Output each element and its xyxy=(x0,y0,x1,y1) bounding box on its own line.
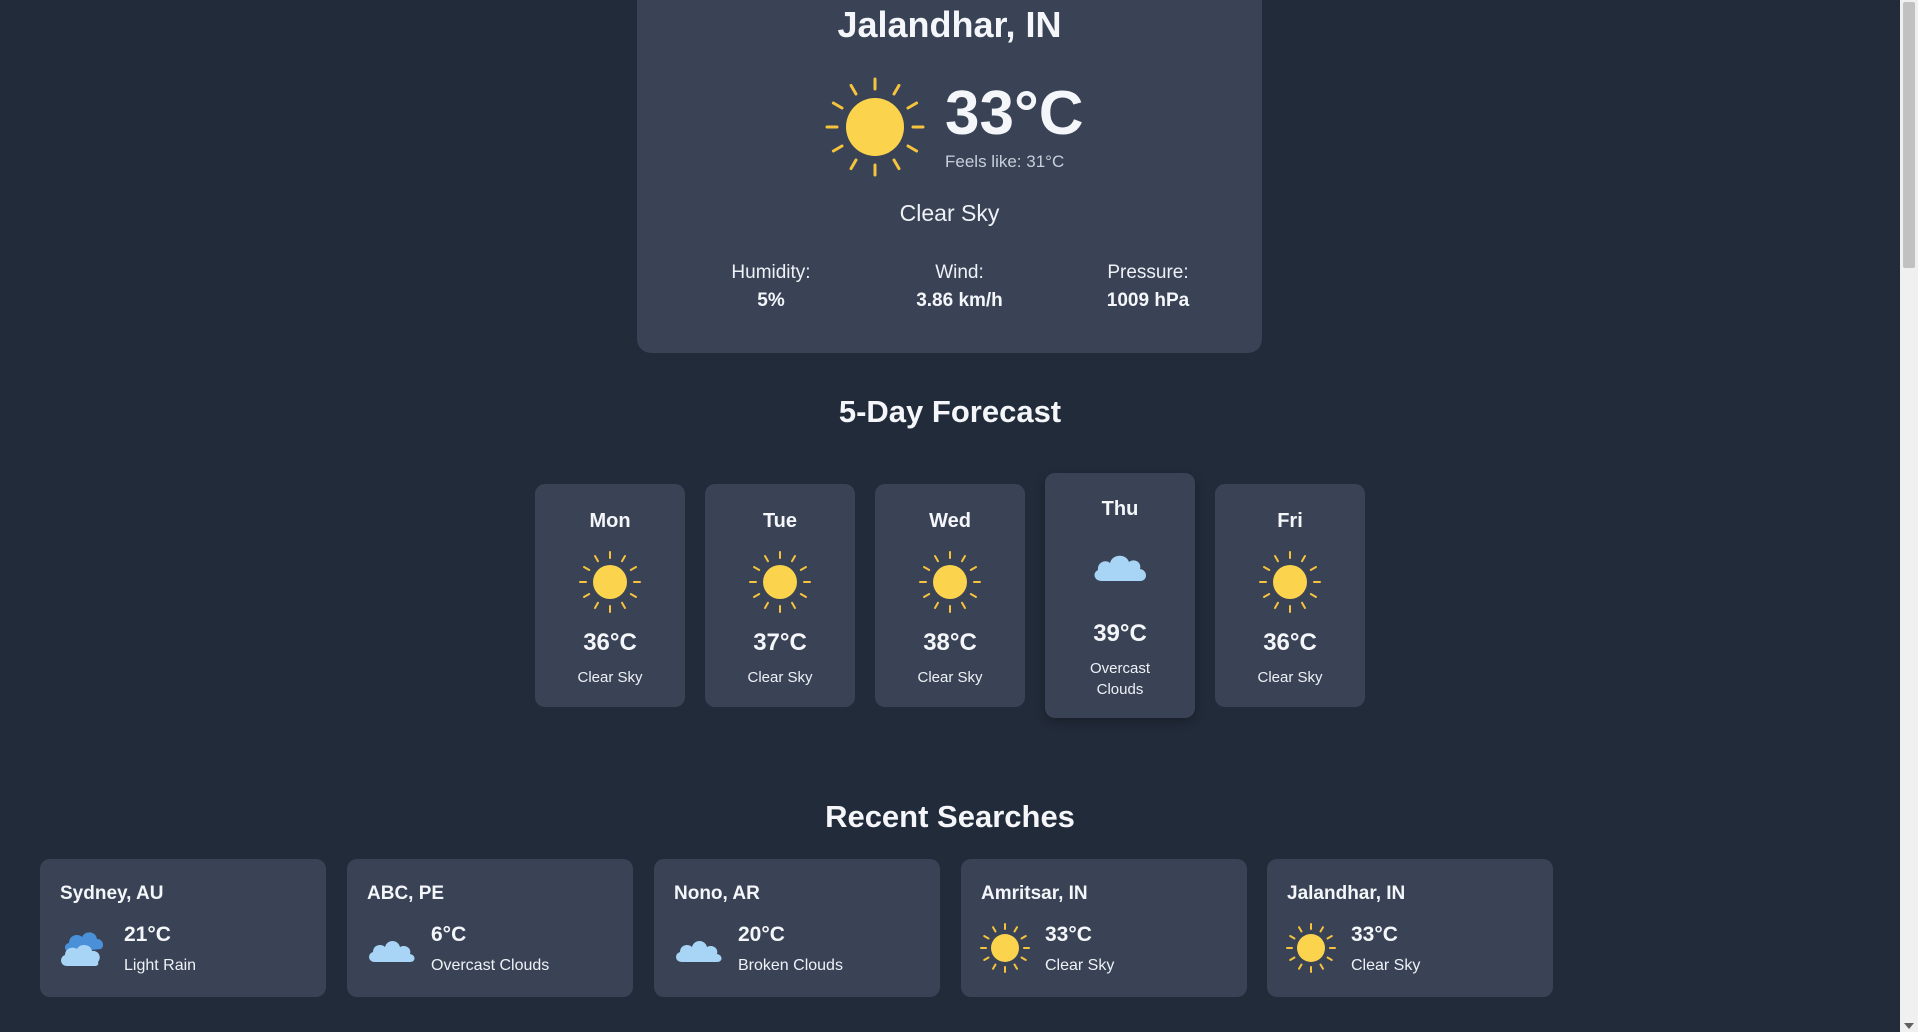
forecast-desc: Clear Sky xyxy=(917,669,983,686)
recent-temp: 33°C xyxy=(1045,923,1092,946)
weather-page: Jalandhar, IN 33°C Feels like: 31°C Clea… xyxy=(0,0,1918,1032)
forecast-card-wed[interactable]: Wed 38°C Clear Sky xyxy=(875,484,1025,707)
recent-desc: Light Rain xyxy=(124,957,197,974)
current-temperature: 33°C xyxy=(945,79,1084,148)
sun-icon xyxy=(578,550,642,614)
humidity-stat: Humidity: 5% xyxy=(677,262,865,312)
forecast-day: Tue xyxy=(762,510,798,532)
current-city-title: Jalandhar, IN xyxy=(837,4,1062,45)
cloud-icon xyxy=(1088,535,1152,599)
forecast-day: Fri xyxy=(1277,510,1303,532)
recent-city: ABC, PE xyxy=(367,883,445,904)
recent-desc: Clear Sky xyxy=(1045,957,1115,974)
recent-searches-title: Recent Searches xyxy=(825,799,1075,834)
cloud-icon xyxy=(672,922,724,974)
sun-icon xyxy=(748,550,812,614)
recent-temp: 6°C xyxy=(431,923,467,946)
forecast-row: Mon 36°C Clear Sky Tue 37°C Clear Sky We… xyxy=(535,473,1365,733)
forecast-desc: Clear Sky xyxy=(747,669,813,686)
recent-temp: 20°C xyxy=(738,923,785,946)
recent-city: Jalandhar, IN xyxy=(1287,883,1406,904)
forecast-desc: Overcast Clouds xyxy=(1089,660,1150,698)
forecast-temp: 37°C xyxy=(753,629,807,656)
recent-card-nono[interactable]: Nono, AR 20°C Broken Clouds xyxy=(654,859,940,997)
scroll-down-arrow-icon[interactable] xyxy=(1904,1023,1914,1029)
recent-city: Nono, AR xyxy=(674,883,760,904)
sun-icon xyxy=(918,550,982,614)
forecast-card-tue[interactable]: Tue 37°C Clear Sky xyxy=(705,484,855,707)
recent-desc: Broken Clouds xyxy=(738,957,843,974)
forecast-desc: Clear Sky xyxy=(1257,669,1323,686)
sun-icon xyxy=(1285,922,1337,974)
forecast-desc: Clear Sky xyxy=(577,669,643,686)
recent-card-sydney[interactable]: Sydney, AU 21°C Light Rain xyxy=(40,859,326,997)
wind-value: 3.86 km/h xyxy=(916,290,1003,311)
forecast-temp: 36°C xyxy=(1263,629,1317,656)
recent-card-abc[interactable]: ABC, PE 6°C Overcast Clouds xyxy=(347,859,633,997)
wind-label: Wind: xyxy=(935,262,984,283)
recent-desc: Overcast Clouds xyxy=(431,957,550,974)
sun-icon xyxy=(1258,550,1322,614)
current-weather-card: Jalandhar, IN 33°C Feels like: 31°C Clea… xyxy=(637,0,1262,353)
forecast-day: Wed xyxy=(929,510,971,532)
forecast-card-thu[interactable]: Thu 39°C Overcast Clouds xyxy=(1045,473,1195,718)
recent-card-amritsar[interactable]: Amritsar, IN 33°C Clear Sky xyxy=(961,859,1247,997)
cloud-icon xyxy=(365,922,417,974)
forecast-title: 5-Day Forecast xyxy=(838,394,1062,429)
sun-icon xyxy=(823,75,927,179)
sun-icon xyxy=(979,922,1031,974)
current-condition: Clear Sky xyxy=(899,200,1000,226)
humidity-label: Humidity: xyxy=(731,262,811,283)
scrollbar-thumb[interactable] xyxy=(1903,2,1915,268)
recent-city: Sydney, AU xyxy=(60,883,164,904)
forecast-card-mon[interactable]: Mon 36°C Clear Sky xyxy=(535,484,685,707)
forecast-day: Thu xyxy=(1101,498,1139,520)
forecast-card-fri[interactable]: Fri 36°C Clear Sky xyxy=(1215,484,1365,707)
pressure-value: 1009 hPa xyxy=(1106,290,1190,311)
recent-card-jalandhar[interactable]: Jalandhar, IN 33°C Clear Sky xyxy=(1267,859,1553,997)
weather-stats: Humidity: 5% Wind: 3.86 km/h Pressure: 1… xyxy=(677,262,1242,312)
forecast-temp: 38°C xyxy=(923,629,977,656)
recent-desc: Clear Sky xyxy=(1351,957,1421,974)
pressure-label: Pressure: xyxy=(1107,262,1189,283)
recent-temp: 21°C xyxy=(124,923,171,946)
recent-temp: 33°C xyxy=(1351,923,1398,946)
feels-like-text: Feels like: 31°C xyxy=(945,152,1065,171)
rain-cloud-icon xyxy=(58,922,110,974)
forecast-day: Mon xyxy=(589,510,631,532)
wind-stat: Wind: 3.86 km/h xyxy=(866,262,1054,312)
humidity-value: 5% xyxy=(757,290,785,311)
recent-city: Amritsar, IN xyxy=(981,883,1088,904)
forecast-temp: 36°C xyxy=(583,629,637,656)
forecast-temp: 39°C xyxy=(1093,620,1147,647)
vertical-scrollbar[interactable] xyxy=(1900,0,1918,1032)
pressure-stat: Pressure: 1009 hPa xyxy=(1054,262,1242,312)
